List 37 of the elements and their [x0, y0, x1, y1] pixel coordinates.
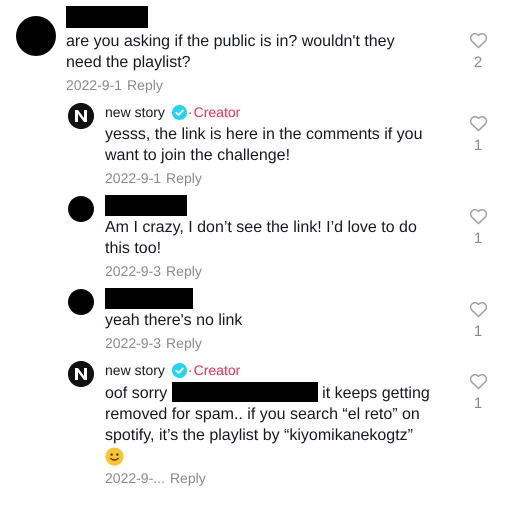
heart-icon[interactable]	[468, 115, 488, 132]
comment-date: 2022-9-...	[105, 470, 165, 486]
comment-text: Am I crazy, I don’t see the link! I’d love to do this too!	[105, 218, 418, 259]
like-count: 1	[474, 323, 482, 340]
comment-text: yesss, the link is here in the comments if you want to join the challenge!	[105, 125, 424, 166]
like-count: 2	[474, 54, 482, 71]
reply-link[interactable]: Reply	[170, 470, 206, 486]
creator-label: Creator	[194, 104, 240, 120]
like-count: 1	[474, 230, 482, 247]
reply-link[interactable]: Reply	[166, 335, 202, 351]
comment-text: yeah there's no link	[105, 311, 244, 331]
reply-link[interactable]: Reply	[166, 263, 202, 279]
author-name[interactable]: new story	[105, 104, 165, 120]
separator-dot: ·	[188, 104, 193, 120]
like-count: 1	[474, 395, 482, 412]
heart-icon[interactable]	[468, 208, 488, 225]
heart-icon[interactable]	[468, 373, 488, 390]
author-name[interactable]: new story	[105, 362, 165, 378]
comment-date: 2022-9-3	[105, 263, 162, 279]
like-count: 1	[474, 137, 482, 154]
reply-link[interactable]: Reply	[166, 170, 202, 186]
comment-text: are you asking if the public is in? wouldn't they need the playlist?	[66, 32, 396, 73]
avatar-logo-icon[interactable]	[68, 361, 94, 387]
heart-icon[interactable]	[468, 301, 488, 318]
comment-date: 2022-9-1	[66, 77, 122, 93]
smiley-emoji-icon	[105, 447, 124, 466]
heart-icon[interactable]	[468, 32, 488, 49]
creator-label: Creator	[194, 362, 240, 378]
avatar[interactable]	[68, 196, 94, 222]
comment-date: 2022-9-3	[105, 335, 162, 351]
avatar-logo-icon[interactable]	[68, 103, 94, 129]
comment-date: 2022-9-1	[105, 170, 162, 186]
avatar[interactable]	[16, 16, 56, 56]
separator-dot: ·	[188, 362, 193, 378]
reply-link[interactable]: Reply	[127, 77, 163, 93]
comment-text: oof sorry it keeps getting removed for spam.. if you search “el reto” on spotify, it’s the playlist by “kiyomikanekogtz”	[105, 382, 441, 446]
avatar[interactable]	[68, 289, 94, 315]
